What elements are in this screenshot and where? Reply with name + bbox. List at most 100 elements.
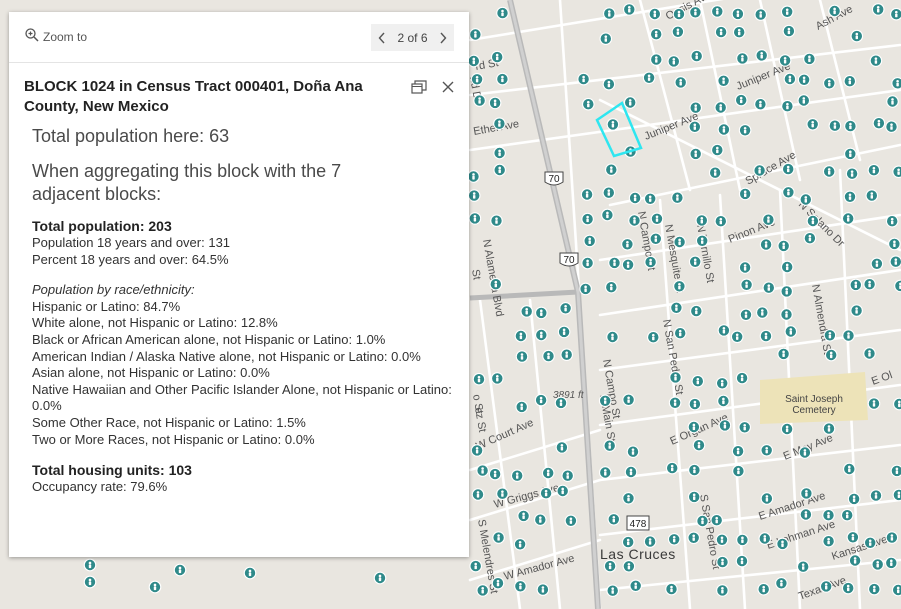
person-pin-icon[interactable] xyxy=(760,443,774,457)
person-pin-icon[interactable] xyxy=(690,49,704,63)
person-pin-icon[interactable] xyxy=(471,488,485,501)
person-pin-icon[interactable] xyxy=(867,163,881,177)
person-pin-icon[interactable] xyxy=(844,119,857,133)
person-pin-icon[interactable] xyxy=(762,213,775,227)
person-pin-icon[interactable] xyxy=(669,371,682,384)
person-pin-icon[interactable] xyxy=(602,77,616,91)
person-pin-icon[interactable] xyxy=(671,25,685,39)
person-pin-icon[interactable] xyxy=(888,237,901,251)
person-pin-icon[interactable] xyxy=(674,76,688,89)
person-pin-icon[interactable] xyxy=(828,4,841,18)
person-pin-icon[interactable] xyxy=(624,465,638,479)
person-pin-icon[interactable] xyxy=(734,93,748,107)
person-pin-icon[interactable] xyxy=(467,54,481,68)
person-pin-icon[interactable] xyxy=(601,208,614,222)
person-pin-icon[interactable] xyxy=(490,372,504,385)
person-pin-icon[interactable] xyxy=(849,278,863,292)
person-pin-icon[interactable] xyxy=(732,25,746,39)
person-pin-icon[interactable] xyxy=(784,325,798,338)
person-pin-icon[interactable] xyxy=(583,234,597,248)
person-pin-icon[interactable] xyxy=(667,532,681,546)
person-pin-icon[interactable] xyxy=(869,489,883,502)
person-pin-icon[interactable] xyxy=(649,232,663,246)
person-pin-icon[interactable] xyxy=(622,393,635,407)
person-pin-icon[interactable] xyxy=(717,74,730,88)
person-pin-icon[interactable] xyxy=(650,212,664,226)
person-pin-icon[interactable] xyxy=(490,214,503,228)
person-pin-icon[interactable] xyxy=(762,281,776,295)
person-pin-icon[interactable] xyxy=(476,584,490,597)
person-pin-icon[interactable] xyxy=(577,72,590,86)
person-pin-icon[interactable] xyxy=(602,7,616,20)
person-pin-icon[interactable] xyxy=(730,330,744,344)
person-pin-icon[interactable] xyxy=(865,189,879,202)
person-pin-icon[interactable] xyxy=(649,27,663,41)
person-pin-icon[interactable] xyxy=(777,239,791,253)
person-pin-icon[interactable] xyxy=(606,584,620,598)
person-pin-icon[interactable] xyxy=(863,536,877,550)
person-pin-icon[interactable] xyxy=(607,512,621,526)
person-pin-icon[interactable] xyxy=(473,94,486,107)
person-pin-icon[interactable] xyxy=(842,329,855,342)
person-pin-icon[interactable] xyxy=(782,24,796,38)
person-pin-icon[interactable] xyxy=(732,464,745,478)
person-pin-icon[interactable] xyxy=(243,566,257,580)
person-pin-icon[interactable] xyxy=(754,97,767,111)
zoom-to-button[interactable]: Zoom to xyxy=(25,28,87,45)
dock-icon[interactable] xyxy=(411,80,427,99)
person-pin-icon[interactable] xyxy=(739,308,753,322)
person-pin-icon[interactable] xyxy=(649,53,663,66)
person-pin-icon[interactable] xyxy=(885,214,899,228)
person-pin-icon[interactable] xyxy=(828,119,842,133)
person-pin-icon[interactable] xyxy=(598,466,612,479)
person-pin-icon[interactable] xyxy=(806,214,820,228)
person-pin-icon[interactable] xyxy=(780,5,794,19)
person-pin-icon[interactable] xyxy=(581,256,594,270)
person-pin-icon[interactable] xyxy=(885,531,899,544)
person-pin-icon[interactable] xyxy=(781,162,795,176)
person-pin-icon[interactable] xyxy=(759,329,773,343)
previous-feature-button[interactable] xyxy=(375,28,389,48)
person-pin-icon[interactable] xyxy=(803,52,816,66)
person-pin-icon[interactable] xyxy=(755,49,769,62)
person-pin-icon[interactable] xyxy=(847,492,861,506)
person-pin-icon[interactable] xyxy=(603,559,617,573)
person-pin-icon[interactable] xyxy=(840,508,854,522)
person-pin-icon[interactable] xyxy=(470,444,484,457)
person-pin-icon[interactable] xyxy=(738,187,752,201)
person-pin-icon[interactable] xyxy=(885,120,898,134)
person-pin-icon[interactable] xyxy=(83,575,97,589)
person-pin-icon[interactable] xyxy=(718,419,732,432)
person-pin-icon[interactable] xyxy=(841,581,855,595)
person-pin-icon[interactable] xyxy=(891,583,901,597)
person-pin-icon[interactable] xyxy=(740,278,753,292)
close-icon[interactable] xyxy=(442,80,454,98)
person-pin-icon[interactable] xyxy=(603,439,617,453)
person-pin-icon[interactable] xyxy=(799,193,813,206)
person-pin-icon[interactable] xyxy=(670,301,683,315)
person-pin-icon[interactable] xyxy=(846,530,860,544)
person-pin-icon[interactable] xyxy=(622,491,635,505)
person-pin-icon[interactable] xyxy=(822,165,836,178)
person-pin-icon[interactable] xyxy=(629,579,643,593)
person-pin-icon[interactable] xyxy=(493,163,507,177)
person-pin-icon[interactable] xyxy=(714,214,728,228)
person-pin-icon[interactable] xyxy=(696,514,709,528)
person-pin-icon[interactable] xyxy=(843,190,857,204)
person-pin-icon[interactable] xyxy=(776,537,789,551)
person-pin-icon[interactable] xyxy=(559,301,572,315)
person-pin-icon[interactable] xyxy=(717,123,731,136)
person-pin-icon[interactable] xyxy=(515,350,529,363)
person-pin-icon[interactable] xyxy=(622,3,636,16)
person-pin-icon[interactable] xyxy=(689,5,702,19)
person-pin-icon[interactable] xyxy=(884,556,898,570)
person-pin-icon[interactable] xyxy=(606,118,620,131)
person-pin-icon[interactable] xyxy=(517,509,530,523)
person-pin-icon[interactable] xyxy=(534,328,548,342)
person-pin-icon[interactable] xyxy=(824,348,838,362)
person-pin-icon[interactable] xyxy=(822,534,835,548)
person-pin-icon[interactable] xyxy=(890,464,901,478)
person-pin-icon[interactable] xyxy=(797,94,811,107)
person-pin-icon[interactable] xyxy=(688,463,701,477)
person-pin-icon[interactable] xyxy=(604,163,618,177)
